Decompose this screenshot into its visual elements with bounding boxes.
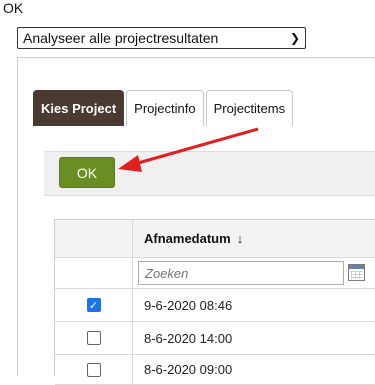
row-checkbox[interactable]: ✓	[86, 298, 101, 312]
row-date: 8-6-2020 09:00	[144, 362, 233, 377]
row-checkbox[interactable]	[86, 331, 101, 345]
row-date: 9-6-2020 08:46	[144, 297, 233, 313]
table-row[interactable]: 8-6-2020 09:00	[55, 355, 375, 385]
calendar-icon[interactable]	[348, 264, 365, 281]
filter-check-cell	[55, 258, 133, 288]
table-header-row: Afnamedatum ↓	[55, 220, 375, 258]
column-label: Afnamedatum	[144, 231, 231, 246]
header-afnamedatum[interactable]: Afnamedatum ↓	[134, 220, 243, 257]
project-table: Afnamedatum ↓ ✓ 9-6-2020 08:46 8-6-2020 …	[54, 219, 375, 385]
table-filter-row	[55, 258, 375, 289]
row-checkbox[interactable]	[86, 362, 101, 377]
header-check-cell	[55, 220, 133, 257]
row-check-cell	[55, 322, 133, 354]
search-input[interactable]	[138, 261, 344, 285]
row-date: 8-6-2020 14:00	[144, 330, 233, 346]
sort-down-icon: ↓	[236, 231, 244, 246]
row-check-cell	[55, 355, 133, 384]
table-row[interactable]: ✓ 9-6-2020 08:46	[55, 289, 375, 322]
table-row[interactable]: 8-6-2020 14:00	[55, 322, 375, 355]
row-check-cell: ✓	[55, 289, 133, 321]
